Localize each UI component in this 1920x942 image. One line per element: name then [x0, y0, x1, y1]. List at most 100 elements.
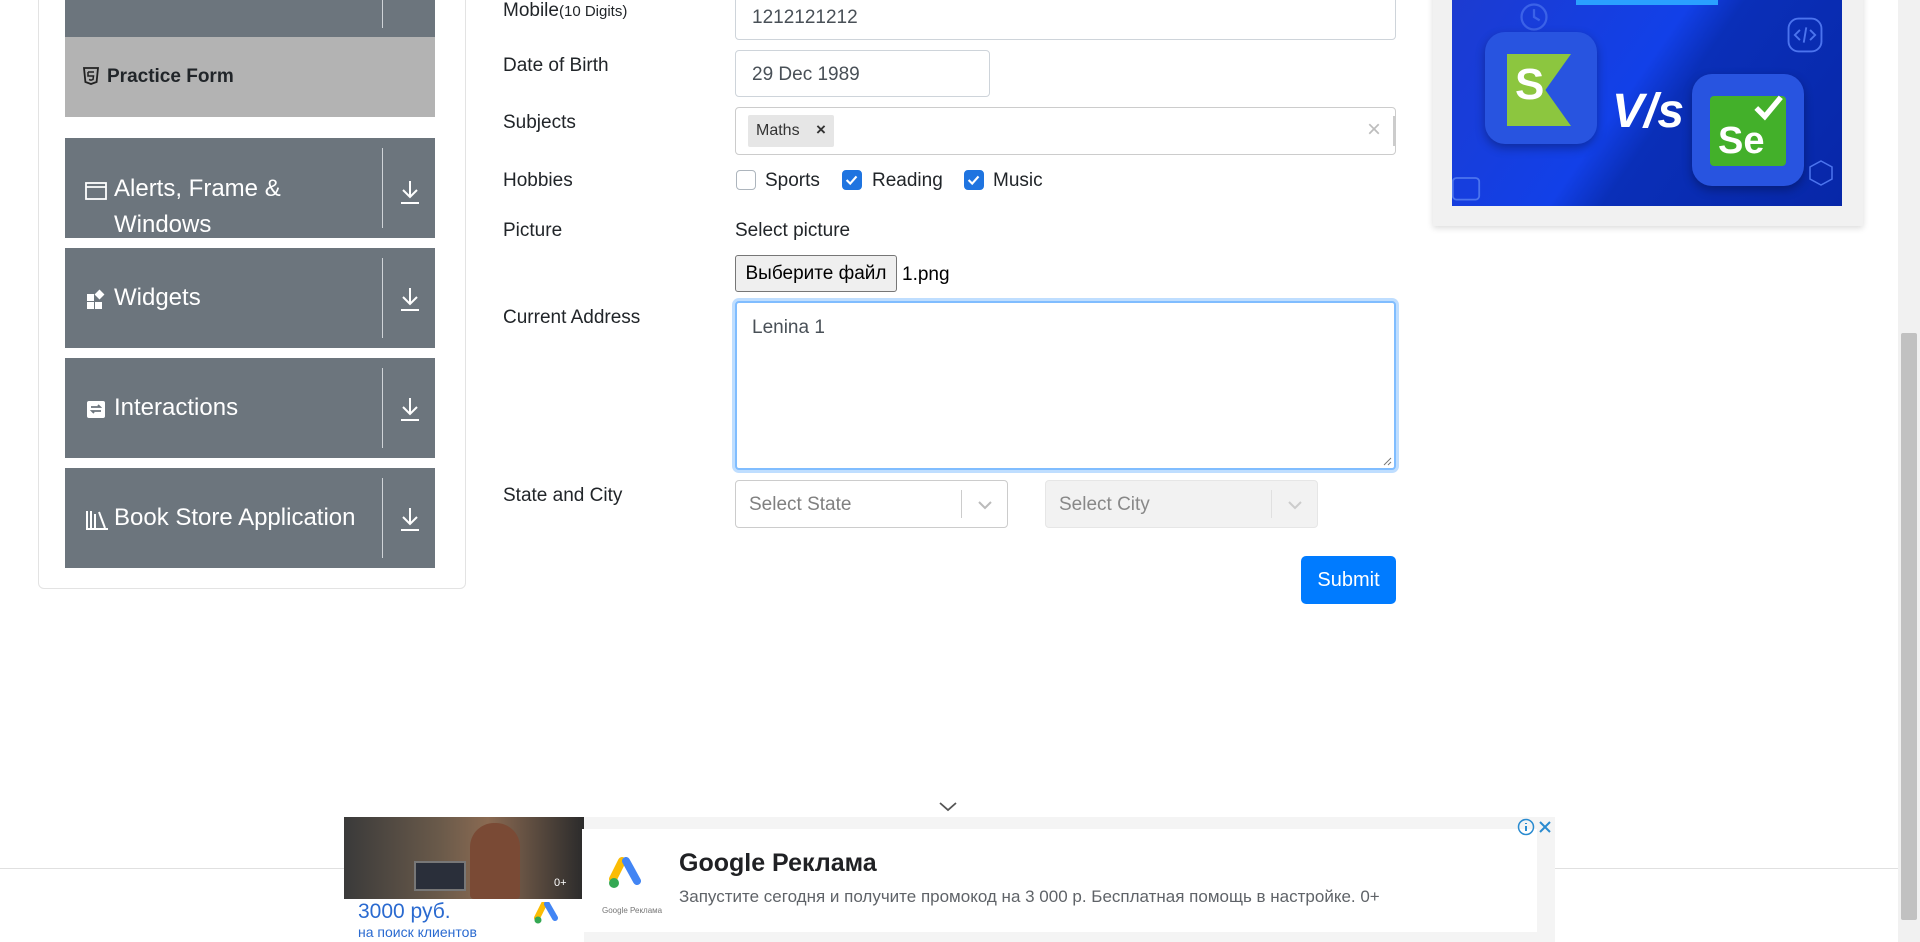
right-ad-banner[interactable]: S V/s Se [1452, 0, 1842, 206]
group-title: Interactions [114, 394, 239, 421]
ad-title: Google Реклама [679, 849, 877, 877]
books-icon [86, 511, 108, 530]
sidebar-group-alerts[interactable]: Alerts, Frame & Windows [65, 138, 435, 238]
download-icon[interactable] [395, 284, 425, 314]
sidebar-item-practice-form[interactable]: Practice Form [65, 37, 435, 117]
selenium-logo-letters: Se [1718, 120, 1765, 162]
subjects-separator [1393, 116, 1395, 146]
file-name: 1.png [902, 264, 950, 285]
music-checkbox[interactable] [964, 170, 984, 190]
google-ads-logo-icon [534, 902, 558, 924]
group-title: Widgets [114, 284, 201, 311]
sports-label[interactable]: Sports [765, 170, 820, 192]
window-icon [85, 182, 107, 200]
select-separator [1271, 490, 1272, 518]
music-label[interactable]: Music [993, 170, 1043, 192]
group-divider [382, 368, 383, 448]
state-city-label: State and City [503, 485, 623, 506]
ad-age-badge: 0+ [554, 877, 567, 889]
checkmark-icon [1754, 95, 1783, 121]
group-title-line1: Alerts, Frame & [114, 175, 281, 202]
katalon-logo-letter: S [1515, 60, 1545, 109]
cube-icon [1809, 160, 1833, 186]
mobile-input[interactable]: 1212121212 [735, 0, 1396, 40]
sidebar-item-label: Practice Form [107, 66, 234, 87]
current-address-textarea[interactable]: Lenina 1 [735, 301, 1396, 470]
widgets-icon [87, 289, 105, 309]
ad-photo: 0+ [344, 817, 584, 899]
ad-logo-caption: Google Реклама [602, 906, 663, 915]
group-title: Alerts, Frame & Windows [114, 171, 365, 243]
sidebar-group-widgets[interactable]: Widgets [65, 248, 435, 348]
clear-icon[interactable]: × [1367, 116, 1381, 144]
city-placeholder: Select City [1059, 494, 1150, 515]
hobbies-label: Hobbies [503, 170, 573, 191]
ad-text: Запустите сегодня и получите промокод на… [679, 887, 1380, 906]
chevron-down-icon[interactable] [975, 495, 995, 515]
ad-photo-laptop [414, 861, 466, 891]
chevron-down-icon[interactable] [1285, 495, 1305, 515]
ad-top-bar [1576, 0, 1718, 5]
clock-icon [1520, 3, 1548, 31]
subjects-label: Subjects [503, 112, 576, 133]
versus-mark: V/s [1612, 85, 1685, 138]
ad-info-icon[interactable] [1517, 818, 1535, 836]
monitor-icon [1452, 177, 1481, 201]
mobile-value: 1212121212 [752, 7, 858, 28]
ad-price-block: 3000 руб. на поиск клиентов [344, 899, 584, 942]
bottom-ad-banner[interactable]: 0+ 3000 руб. на поиск клиентов Google Ре… [344, 817, 1555, 942]
sidebar-group-forms[interactable] [65, 0, 435, 38]
download-icon[interactable] [395, 177, 425, 207]
select-separator [961, 490, 962, 518]
scrollbar-thumb[interactable] [1901, 333, 1917, 920]
group-divider [382, 478, 383, 558]
mobile-label: Mobile(10 Digits) [503, 0, 627, 22]
ad-close-icon[interactable] [1536, 818, 1554, 836]
city-select[interactable]: Select City [1045, 480, 1318, 528]
dob-label: Date of Birth [503, 55, 609, 76]
resize-handle-icon[interactable] [1382, 456, 1392, 466]
dob-value: 29 Dec 1989 [752, 64, 860, 85]
mobile-hint: (10 Digits) [558, 3, 628, 20]
checkmark-icon [845, 175, 858, 186]
state-select[interactable]: Select State [735, 480, 1008, 528]
collapse-ad-icon[interactable] [938, 801, 958, 813]
group-divider [382, 258, 383, 338]
sidebar-group-interactions[interactable]: Interactions [65, 358, 435, 458]
checkmark-icon [967, 175, 980, 186]
remove-chip-icon[interactable]: × [816, 120, 826, 140]
selenium-logo-tile: Se [1692, 74, 1804, 186]
ad-photo-person [470, 823, 520, 899]
subject-chip-label: Maths [756, 122, 800, 139]
subject-chip: Maths × [748, 115, 834, 147]
group-divider [382, 0, 383, 28]
ad-price: 3000 руб. [358, 900, 451, 923]
download-icon[interactable] [395, 0, 425, 20]
subjects-input[interactable]: Maths × × [735, 107, 1396, 155]
date-of-birth-input[interactable]: 29 Dec 1989 [735, 50, 990, 97]
mobile-label-text: Mobile [503, 0, 559, 21]
submit-button[interactable]: Submit [1301, 556, 1396, 604]
address-value: Lenina 1 [752, 317, 825, 338]
code-icon [1787, 17, 1823, 53]
reading-checkbox[interactable] [842, 170, 862, 190]
ad-card[interactable]: Google Реклама Google Реклама Запустите … [582, 829, 1537, 932]
download-icon[interactable] [395, 504, 425, 534]
sidebar-group-book-store[interactable]: Book Store Application [65, 468, 435, 568]
choose-file-button[interactable]: Выберите файл [735, 255, 897, 292]
download-icon[interactable] [395, 394, 425, 424]
select-picture-label: Select picture [735, 220, 851, 241]
current-address-label: Current Address [503, 307, 641, 328]
group-divider [382, 148, 383, 228]
reading-label[interactable]: Reading [872, 170, 943, 192]
picture-label: Picture [503, 220, 563, 241]
sports-checkbox[interactable] [736, 170, 756, 190]
google-ads-logo-icon [609, 857, 641, 888]
group-title: Book Store Application [114, 504, 356, 531]
interactions-icon [87, 401, 105, 418]
state-placeholder: Select State [749, 494, 852, 515]
html5-icon [83, 67, 99, 85]
katalon-logo-tile: S [1485, 32, 1597, 144]
ad-price-sub: на поиск клиентов [358, 924, 477, 940]
group-title-line2: Windows [114, 211, 212, 238]
